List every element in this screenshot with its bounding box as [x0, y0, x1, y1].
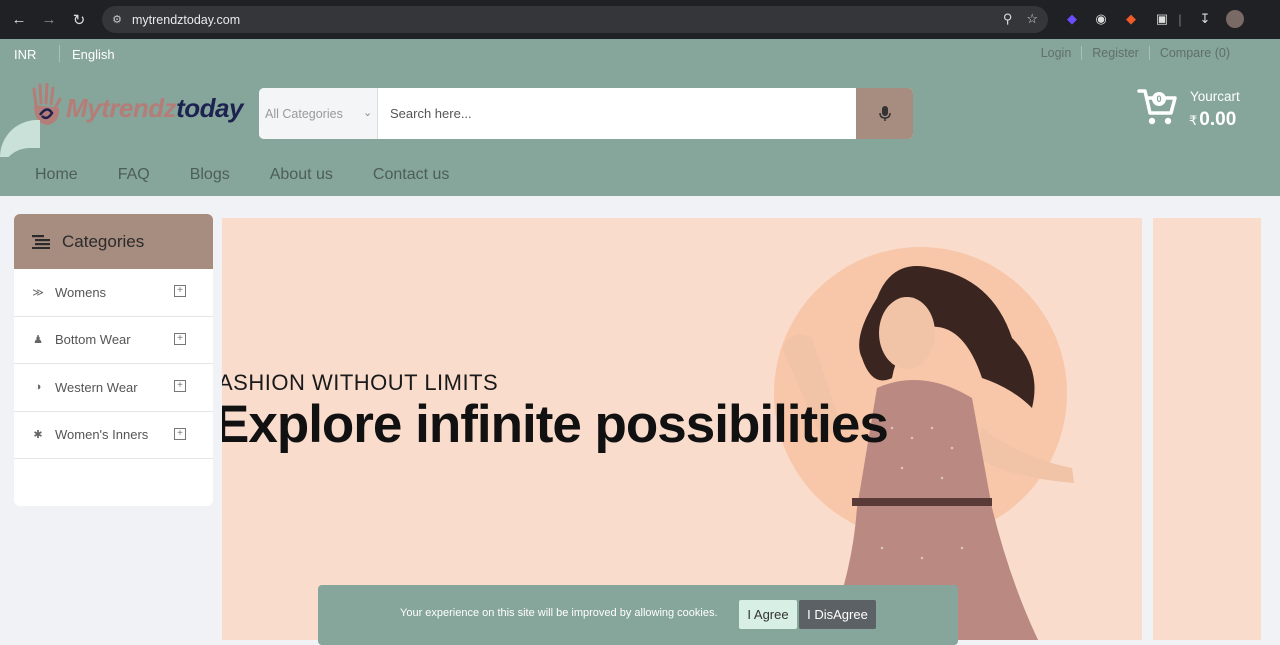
expand-plus-icon[interactable]: +	[174, 427, 186, 440]
top-bar: INR English Login Register Compare (0)	[0, 39, 1280, 68]
chevron-down-icon: ⌄	[363, 107, 373, 119]
site-logo[interactable]: Mytrendztoday	[30, 81, 260, 131]
login-link[interactable]: Login	[1031, 46, 1082, 60]
cart-widget[interactable]: 0 Yourcart ₹0.00	[1137, 87, 1257, 137]
main-menu: Home FAQ Blogs About us Contact us	[35, 166, 449, 184]
cookie-consent-bar: Your experience on this site will be imp…	[318, 585, 958, 645]
category-label: Western Wear	[55, 379, 138, 395]
cart-amount-value: 0.00	[1199, 109, 1237, 130]
figure-icon: ♟	[33, 334, 43, 347]
disagree-button[interactable]: I DisAgree	[799, 600, 876, 629]
forward-icon[interactable]: →	[38, 9, 60, 31]
address-bar[interactable]: ⚙ mytrendztoday.com ⚲ ☆	[102, 6, 1048, 33]
logo-text-part1: Mytrendz	[66, 93, 177, 123]
category-item-womens-inners[interactable]: ✱ Women's Inners +	[14, 412, 213, 459]
bookmark-star-icon[interactable]: ☆	[1026, 11, 1038, 27]
category-label: Women's Inners	[55, 427, 149, 443]
menu-item-home[interactable]: Home	[35, 166, 78, 184]
zoom-icon[interactable]: ⚲	[1003, 11, 1013, 27]
browser-toolbar: ← → ↻ ⚙ mytrendztoday.com ⚲ ☆ ◆ ◉ ◆ ▣ | …	[0, 0, 1280, 39]
hero-banner[interactable]: ASHION WITHOUT LIMITS Explore infinite p…	[222, 218, 1142, 640]
extensions-puzzle-icon[interactable]: ▣	[1153, 10, 1171, 28]
currency-symbol: ₹	[1189, 113, 1198, 128]
extension-icon[interactable]: ◆	[1122, 10, 1140, 28]
menu-item-about[interactable]: About us	[270, 166, 333, 184]
currency-selector[interactable]: INR	[14, 47, 36, 62]
menu-item-blogs[interactable]: Blogs	[190, 166, 230, 184]
register-link[interactable]: Register	[1081, 46, 1149, 60]
back-icon[interactable]: ←	[8, 9, 30, 31]
menu-item-contact[interactable]: Contact us	[373, 166, 449, 184]
account-links: Login Register Compare (0)	[1031, 46, 1240, 60]
half-circle-icon: ◑	[34, 381, 42, 394]
cookie-message: Your experience on this site will be imp…	[400, 607, 718, 619]
language-selector[interactable]: English	[72, 47, 115, 62]
category-item-bottom-wear[interactable]: ♟ Bottom Wear +	[14, 317, 213, 364]
rss-icon: ≫	[32, 286, 44, 299]
url-text[interactable]: mytrendztoday.com	[132, 13, 240, 27]
expand-plus-icon[interactable]: +	[174, 332, 186, 345]
extension-icon[interactable]: ◉	[1092, 10, 1110, 28]
cart-count-badge: 0	[1152, 92, 1166, 106]
cart-label: Yourcart	[1190, 89, 1240, 104]
category-item-western-wear[interactable]: ◑ Western Wear +	[14, 364, 213, 412]
extension-icon[interactable]: ◆	[1063, 10, 1081, 28]
logo-text-part2: today	[176, 93, 243, 123]
categories-sidebar: Categories ≫ Womens + ♟ Bottom Wear + ◑ …	[14, 214, 213, 506]
category-item-womens[interactable]: ≫ Womens +	[14, 269, 213, 317]
download-icon[interactable]: ↧	[1196, 10, 1214, 28]
category-label: Womens	[55, 284, 107, 300]
category-select[interactable]: All Categories	[259, 88, 378, 139]
site-info-icon[interactable]: ⚙	[110, 13, 124, 27]
expand-plus-icon[interactable]: +	[174, 285, 186, 297]
categories-title: Categories	[62, 231, 145, 251]
voice-search-button[interactable]	[856, 88, 913, 139]
cart-total: ₹0.00	[1189, 109, 1236, 131]
logo-text: Mytrendztoday	[66, 93, 243, 124]
asterisk-icon: ✱	[33, 429, 43, 442]
categories-header[interactable]: Categories	[14, 214, 213, 269]
agree-button[interactable]: I Agree	[739, 600, 797, 629]
next-banner-slide[interactable]	[1153, 218, 1261, 640]
search-bar: All Categories ⌄	[259, 88, 913, 139]
banner-eyebrow: ASHION WITHOUT LIMITS	[222, 370, 499, 395]
profile-avatar[interactable]	[1226, 10, 1244, 28]
toolbar-divider: |	[1178, 11, 1182, 27]
reload-icon[interactable]: ↻	[68, 9, 90, 31]
category-select-value: All Categories	[265, 107, 343, 121]
microphone-icon	[878, 105, 891, 121]
banner-headline: Explore infinite possibilities	[222, 395, 889, 454]
search-input[interactable]	[378, 88, 856, 139]
compare-link[interactable]: Compare (0)	[1148, 46, 1240, 60]
list-icon	[32, 234, 50, 249]
expand-plus-icon[interactable]: +	[174, 380, 186, 392]
divider	[59, 45, 60, 62]
menu-item-faq[interactable]: FAQ	[118, 166, 150, 184]
category-label: Bottom Wear	[55, 332, 131, 348]
